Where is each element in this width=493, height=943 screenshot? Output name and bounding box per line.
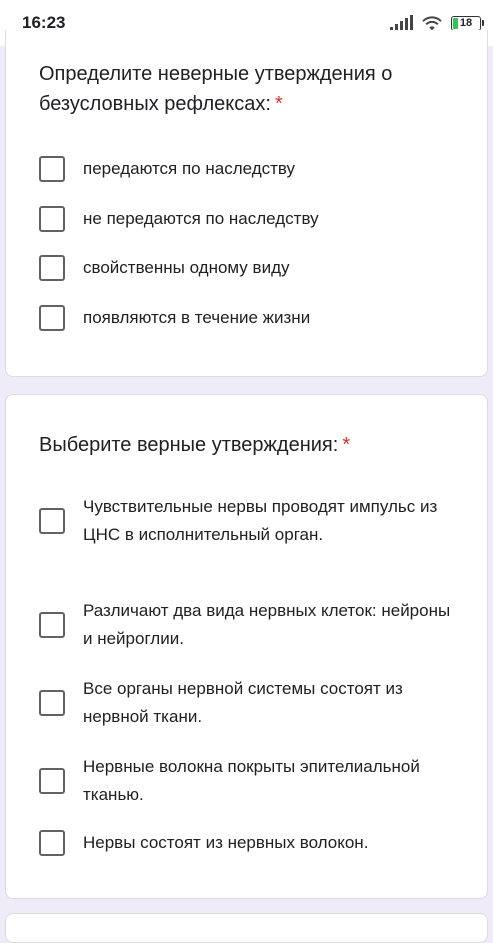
option-label: Нервные волокна покрыты эпителиальной тк… xyxy=(83,757,420,804)
option-label: передаются по наследству xyxy=(83,159,296,178)
question-title: Определите неверные утверждения о безусл… xyxy=(39,59,459,119)
battery-icon: 18 xyxy=(451,15,484,31)
checkbox-option[interactable]: Различают два вида нервных клеток: нейро… xyxy=(39,597,469,653)
signal-icon xyxy=(390,15,413,31)
required-mark: * xyxy=(342,434,351,456)
option-label: Чувствительные нервы проводят импульс из… xyxy=(83,497,438,544)
question-card-2: Выберите верные утверждения: * Чувствител… xyxy=(5,394,488,899)
checkbox-option[interactable]: передаются по наследству xyxy=(39,155,469,183)
checkbox[interactable] xyxy=(39,156,65,182)
checkbox[interactable] xyxy=(39,612,65,638)
checkbox[interactable] xyxy=(39,255,65,281)
option-label: не передаются по наследству xyxy=(83,209,319,228)
checkbox[interactable] xyxy=(39,830,65,856)
checkbox[interactable] xyxy=(39,768,65,794)
checkbox-option[interactable]: Нервные волокна покрыты эпителиальной тк… xyxy=(39,753,469,809)
checkbox-option[interactable]: Чувствительные нервы проводят импульс из… xyxy=(39,493,469,549)
battery-percent: 18 xyxy=(459,17,473,29)
checkbox-option[interactable]: свойственны одному виду xyxy=(39,254,469,282)
checkbox-option[interactable]: не передаются по наследству xyxy=(39,205,469,233)
checkbox[interactable] xyxy=(39,206,65,232)
checkbox[interactable] xyxy=(39,508,65,534)
question-text: Выберите верные утверждения: xyxy=(39,434,339,456)
option-label: Все органы нервной системы состоят из не… xyxy=(83,679,403,726)
checkbox[interactable] xyxy=(39,690,65,716)
checkbox[interactable] xyxy=(39,305,65,331)
option-label: появляются в течение жизни xyxy=(83,308,311,327)
option-label: Нервы состоят из нервных волокон. xyxy=(83,833,369,852)
question-card-1: Определите неверные утверждения о безусл… xyxy=(5,30,488,377)
question-card-3 xyxy=(5,913,488,943)
checkbox-option[interactable]: Все органы нервной системы состоят из не… xyxy=(39,675,469,731)
question-text: Определите неверные утверждения о безусл… xyxy=(39,63,393,115)
required-mark: * xyxy=(274,93,283,115)
checkbox-option[interactable]: появляются в течение жизни xyxy=(39,304,469,332)
checkbox-option[interactable]: Нервы состоят из нервных волокон. xyxy=(39,829,469,857)
option-label: свойственны одному виду xyxy=(83,258,290,277)
option-label: Различают два вида нервных клеток: нейро… xyxy=(83,601,451,648)
battery-level xyxy=(453,17,458,29)
question-title: Выберите верные утверждения: * xyxy=(39,430,459,460)
